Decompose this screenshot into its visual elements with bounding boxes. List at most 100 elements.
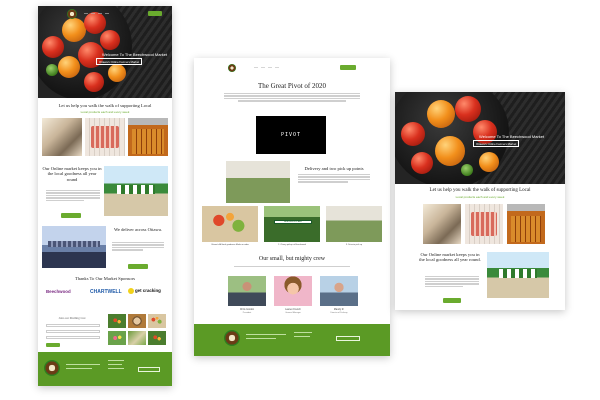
pivot-video[interactable]: PIVOT: [256, 116, 326, 154]
market-logo-icon[interactable]: [67, 9, 77, 19]
hero-title: Welcome To The Beechwood Market: [479, 134, 545, 139]
gallery-photo: [128, 314, 146, 328]
tomato-image: [435, 136, 465, 166]
portfolio-mockup: ▬▬ ▬▬ ▬▬ ▬▬ Welcome To The Beechwood Mar…: [0, 0, 600, 400]
footer-link[interactable]: [108, 364, 122, 365]
gallery-photo: [108, 314, 126, 328]
footer-link[interactable]: [294, 336, 310, 337]
tomato-image: [42, 36, 64, 58]
message-field[interactable]: [46, 336, 100, 339]
nav-link[interactable]: ▬▬: [254, 67, 258, 69]
shop-button[interactable]: [148, 11, 162, 16]
email-field[interactable]: [46, 330, 100, 333]
pickup-photo: [226, 161, 290, 203]
nav-link[interactable]: ▬▬: [275, 67, 279, 69]
footer-link[interactable]: [294, 332, 312, 333]
help-heading: Let us help you walk the walk of support…: [58, 103, 152, 108]
pivot-title: The Great Pivot of 2020: [257, 82, 327, 90]
footer-text: [246, 338, 276, 339]
sausage-photo: [85, 118, 125, 156]
online-market-text: [425, 276, 479, 288]
pivot-intro-text: [224, 93, 360, 103]
egg-icon: [128, 288, 134, 294]
sausage-photo: [465, 204, 503, 244]
footer-button[interactable]: [138, 367, 160, 372]
crew-role: Director of Delivery: [330, 312, 348, 314]
crew-name: Mandy R.: [333, 308, 345, 311]
main-nav: ▬▬ ▬▬ ▬▬ ▬▬: [254, 67, 279, 69]
footer-text: [246, 334, 286, 335]
subscribe-button[interactable]: [46, 343, 60, 347]
tomato-image: [100, 30, 120, 50]
crew-photo-chris: [228, 276, 266, 306]
gallery-photo: [148, 314, 166, 328]
gallery-photo: [108, 331, 126, 345]
ottawa-skyline-photo: [42, 226, 106, 268]
caption-2: 2. Cherry pickup at Beechwood: [278, 244, 306, 246]
crew-role: General Manager: [285, 312, 301, 314]
mailing-heading: Join our Mailing List: [58, 316, 86, 320]
tomato-image: [62, 18, 86, 42]
market-stall-photo: [487, 252, 549, 298]
site-footer: [38, 352, 172, 386]
tomato-image: [84, 72, 104, 92]
footer-logo-icon[interactable]: [44, 360, 60, 376]
nav-link[interactable]: ▬▬: [105, 13, 109, 15]
online-market-text: [46, 190, 100, 202]
main-nav: ▬▬ ▬▬ ▬▬ ▬▬: [84, 13, 109, 15]
shop-button[interactable]: [340, 65, 356, 70]
online-market-heading: Our Online market keeps you in the local…: [42, 166, 102, 182]
nav-link[interactable]: ▬▬: [98, 13, 102, 15]
sponsor-label: get cracking: [135, 288, 161, 294]
beechwood-sign-photo: [264, 206, 320, 242]
nav-link[interactable]: ▬▬: [268, 67, 272, 69]
market-stall-photo: [104, 166, 168, 216]
crew-text: [234, 266, 350, 268]
help-subheading: Local products each and every week: [455, 195, 505, 199]
crew-heading: Our small, but mighty crew: [258, 256, 326, 262]
food-photo: [42, 118, 82, 156]
name-field[interactable]: [46, 324, 100, 327]
tomato-image: [479, 152, 499, 172]
footer-text: [66, 368, 92, 369]
online-market-heading: Our Online market keeps you in the local…: [419, 252, 481, 263]
website-screenshot-middle: ▬▬ ▬▬ ▬▬ ▬▬ The Great Pivot of 2020 PIVO…: [194, 58, 390, 356]
help-subheading: Local products each and every week: [80, 110, 130, 114]
delivery-text: [112, 242, 164, 252]
hero-subtitle: Ottawa's Online Farmers Market: [96, 58, 143, 65]
drive-in-photo: [326, 206, 382, 242]
tomato-image: [401, 122, 425, 146]
jars-photo: [507, 204, 545, 244]
nav-link[interactable]: ▬▬: [261, 67, 265, 69]
nav-link[interactable]: ▬▬: [84, 13, 88, 15]
sponsor-logo-chartwell[interactable]: CHARTWELL: [90, 289, 122, 295]
crew-photo-mandy: [320, 276, 358, 306]
site-footer: [194, 324, 390, 356]
crew-name: Lauren French: [285, 308, 301, 311]
shop-now-button[interactable]: [61, 213, 81, 218]
crew-name: Chris Gordon: [239, 308, 255, 311]
caption-3: 3. Drive-in pick up: [345, 244, 362, 246]
footer-button[interactable]: [336, 336, 360, 341]
hero-title: Welcome To The Beechwood Market: [102, 52, 168, 57]
caption-1: Ottawa's All local goodness Made on orde…: [211, 244, 249, 246]
footer-link[interactable]: [108, 360, 124, 361]
gallery-photo: [128, 331, 146, 345]
tomato-image: [411, 152, 433, 174]
delivery-text: [298, 174, 370, 184]
footer-logo-icon[interactable]: [224, 330, 240, 346]
sponsor-logo-beechwood[interactable]: Beechwood: [46, 289, 71, 294]
crew-role: President: [242, 312, 252, 314]
nav-link[interactable]: ▬▬: [91, 13, 95, 15]
footer-link[interactable]: [108, 368, 124, 369]
market-logo-icon[interactable]: [228, 64, 236, 72]
website-screenshot-right: Welcome To The Beechwood Market Ottawa's…: [395, 92, 565, 310]
shop-now-button[interactable]: [443, 298, 461, 303]
sponsor-logo-get-cracking[interactable]: get cracking: [128, 288, 161, 294]
tomato-image: [455, 96, 481, 122]
help-heading: Let us help you walk the walk of support…: [429, 188, 531, 193]
leaf-image: [461, 164, 473, 176]
market-produce-photo: [202, 206, 258, 242]
footer-text: [66, 364, 100, 365]
learn-more-button[interactable]: [128, 264, 148, 269]
